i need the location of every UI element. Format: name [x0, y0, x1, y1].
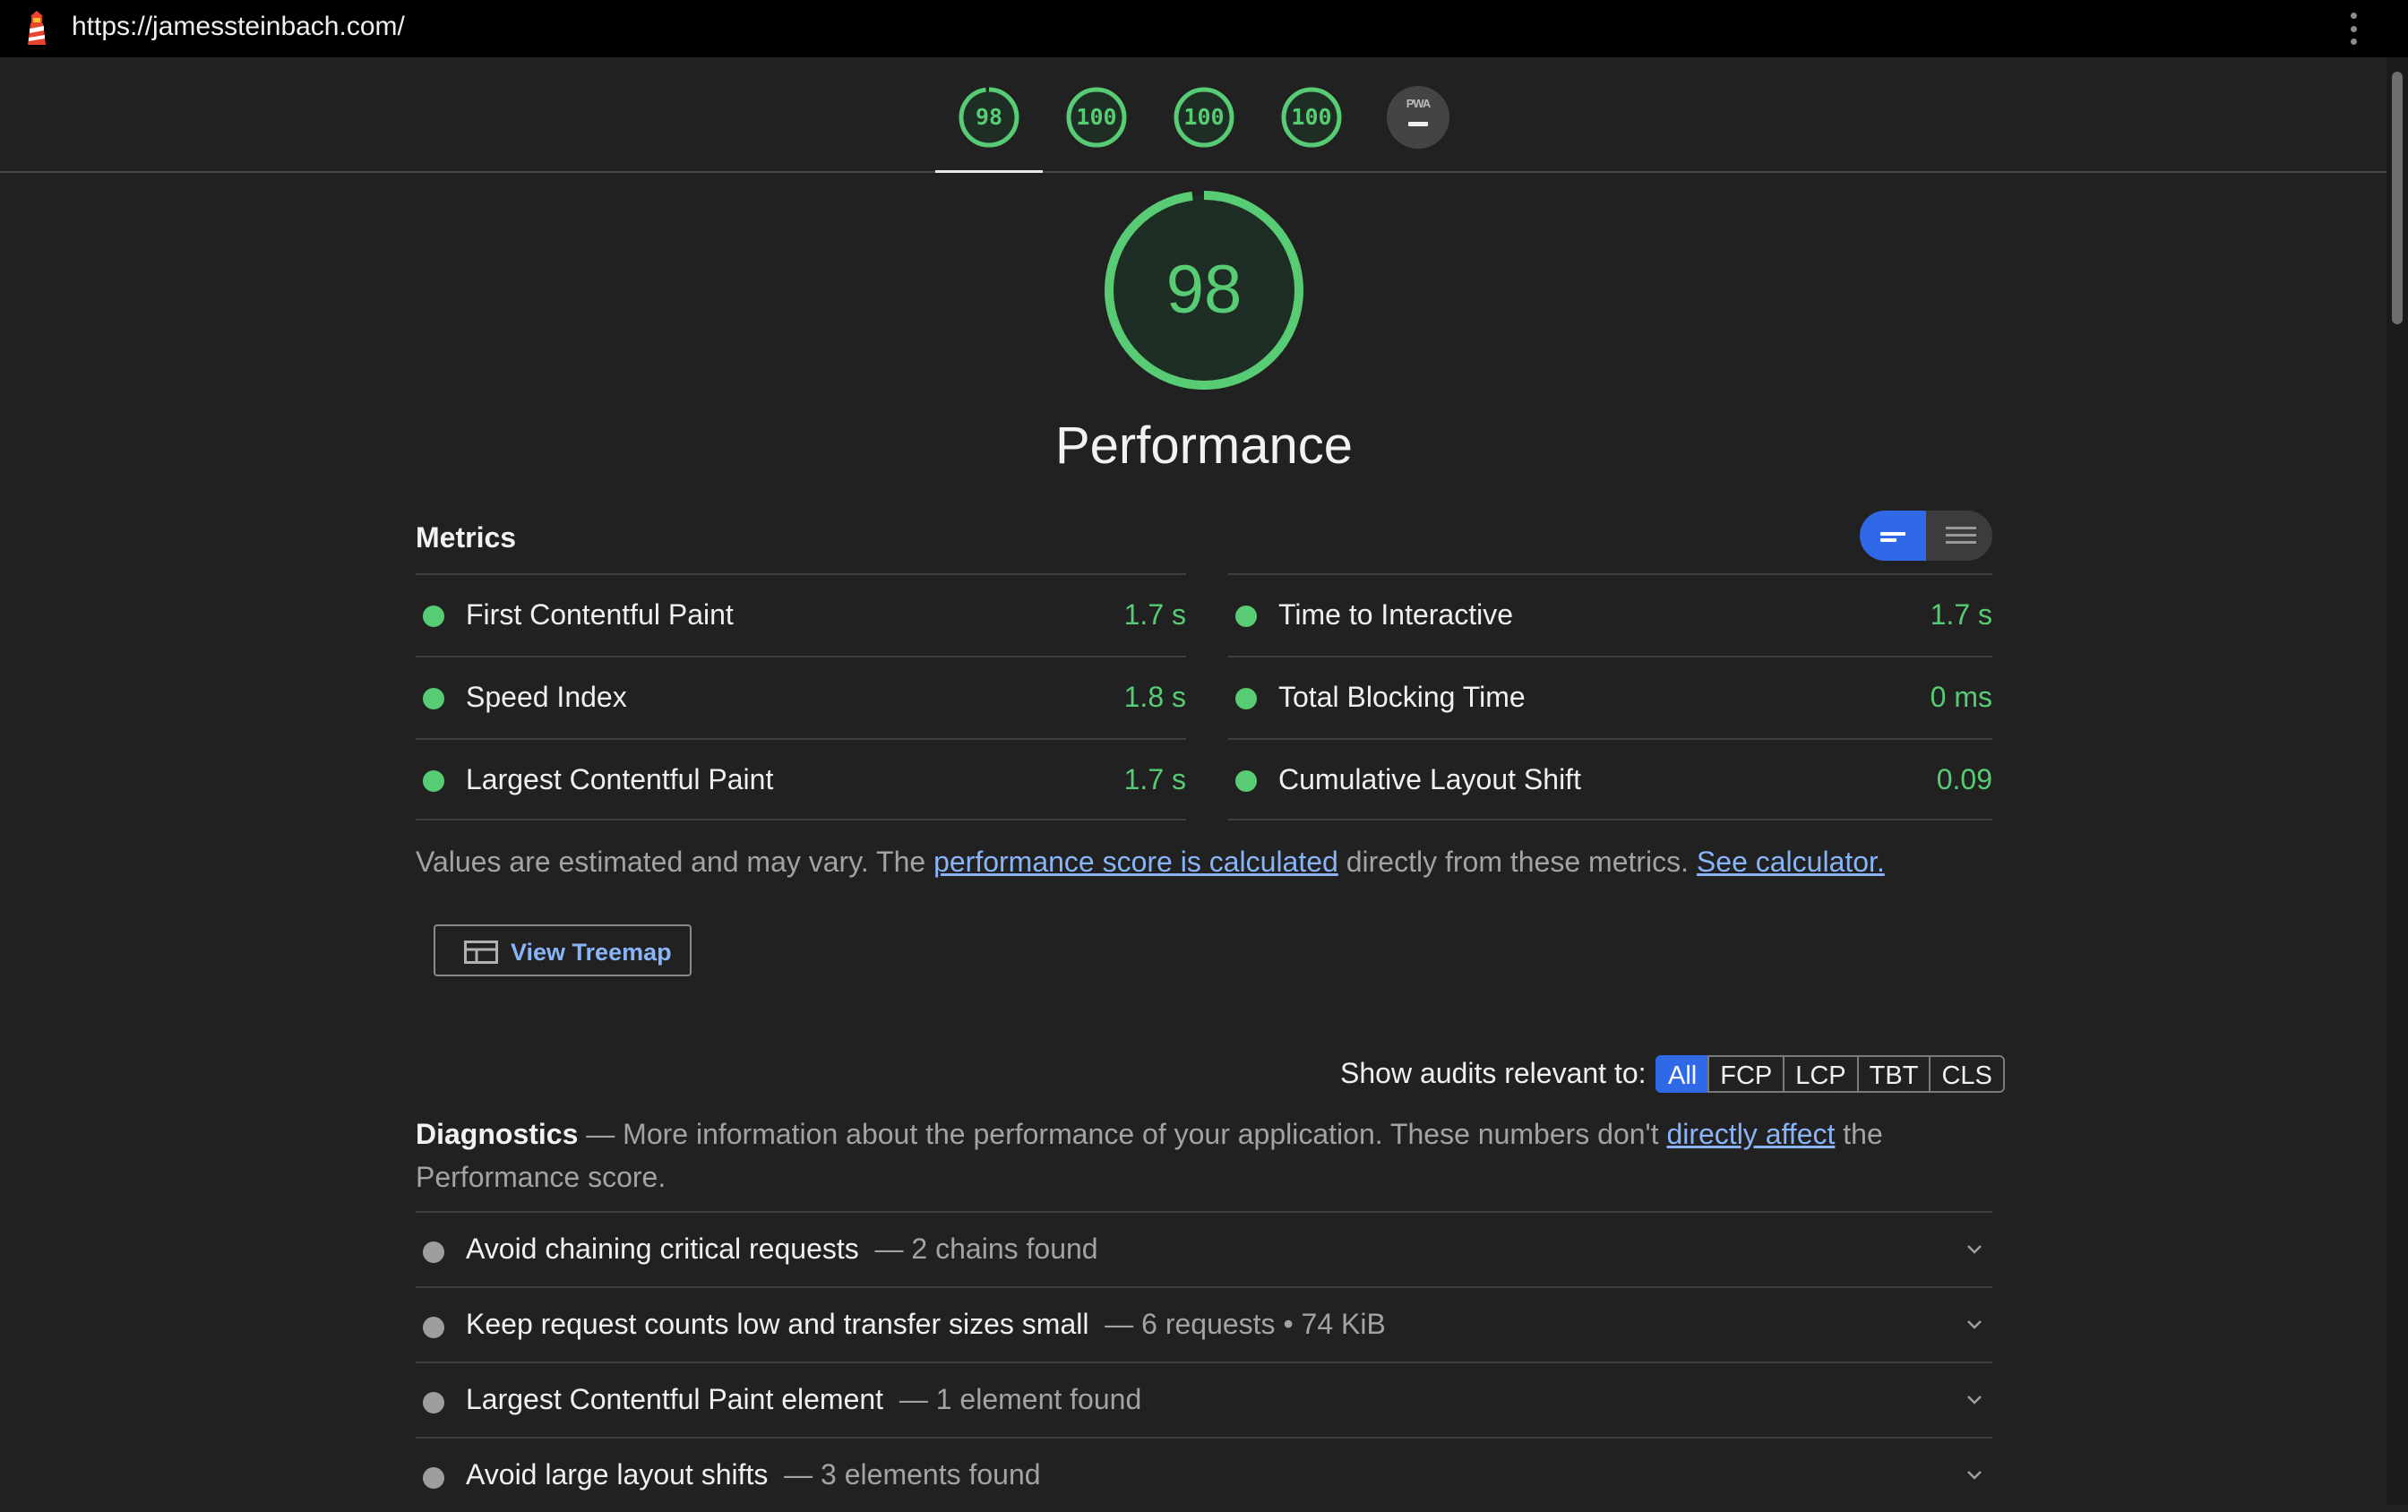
- pass-indicator-icon: [1235, 770, 1257, 792]
- diagnostics-desc-prefix: — More information about the performance…: [578, 1118, 1667, 1150]
- metric-label: Total Blocking Time: [1278, 681, 1526, 713]
- seo-gauge[interactable]: 100: [1280, 86, 1343, 149]
- metric-label: Time to Interactive: [1278, 598, 1514, 631]
- see-calculator-link[interactable]: See calculator.: [1697, 846, 1885, 878]
- metric-label: First Contentful Paint: [466, 598, 734, 631]
- informative-indicator-icon: [423, 1317, 444, 1338]
- pass-indicator-icon: [1235, 606, 1257, 627]
- diagnostics-audit-list: Avoid chaining critical requests — 2 cha…: [416, 1211, 1992, 1512]
- audit-detail: 3 elements found: [821, 1458, 1041, 1491]
- disclaimer-text: Values are estimated and may vary. The: [416, 846, 934, 878]
- chevron-down-icon[interactable]: [1964, 1313, 1985, 1335]
- audit-title-wrap: Avoid large layout shifts — 3 elements f…: [466, 1458, 1041, 1491]
- filter-chip-tbt[interactable]: TBT: [1856, 1055, 1931, 1093]
- performance-gauge[interactable]: 98: [958, 86, 1020, 149]
- audit-item[interactable]: Avoid chaining critical requests — 2 cha…: [416, 1211, 1992, 1286]
- audit-detail: 1 element found: [935, 1383, 1142, 1415]
- audit-item[interactable]: Avoid large layout shifts — 3 elements f…: [416, 1437, 1992, 1512]
- metric-row: Largest Contentful Paint 1.7 s: [416, 738, 1186, 820]
- pwa-label: PWA: [1406, 97, 1432, 110]
- audit-item[interactable]: Largest Contentful Paint element — 1 ele…: [416, 1362, 1992, 1437]
- accessibility-score: 100: [1076, 104, 1117, 130]
- best-practices-gauge[interactable]: 100: [1173, 86, 1235, 149]
- seo-score: 100: [1291, 104, 1332, 130]
- best-practices-score: 100: [1183, 104, 1225, 130]
- metric-label: Speed Index: [466, 681, 627, 713]
- audit-title: Keep request counts low and transfer siz…: [466, 1308, 1089, 1340]
- filter-chip-all[interactable]: All: [1656, 1055, 1710, 1093]
- audit-title: Avoid chaining critical requests: [466, 1233, 859, 1265]
- filter-chip-cls[interactable]: CLS: [1929, 1055, 2005, 1093]
- active-gauge-underline: [935, 170, 1043, 173]
- top-bar: https://jamessteinbach.com/: [0, 0, 2408, 57]
- audit-title: Largest Contentful Paint element: [466, 1383, 884, 1415]
- treemap-icon: [464, 941, 498, 964]
- informative-indicator-icon: [423, 1467, 444, 1489]
- informative-indicator-icon: [423, 1241, 444, 1263]
- metric-row: Cumulative Layout Shift 0.09: [1228, 738, 1992, 820]
- pass-indicator-icon: [423, 688, 444, 709]
- performance-score: 98: [975, 104, 1003, 130]
- metric-label: Largest Contentful Paint: [466, 763, 774, 795]
- pwa-gauge[interactable]: PWA: [1387, 86, 1449, 149]
- category-title: Performance: [1054, 417, 1354, 475]
- pass-indicator-icon: [423, 606, 444, 627]
- metrics-right-column: Time to Interactive 1.7 s Total Blocking…: [1228, 573, 1992, 820]
- lighthouse-logo-icon: [28, 11, 46, 45]
- metrics-view-toggle[interactable]: [1860, 511, 1992, 561]
- disclaimer-text-middle: directly from these metrics.: [1337, 846, 1697, 878]
- accessibility-gauge[interactable]: 100: [1065, 86, 1128, 149]
- metrics-disclaimer: Values are estimated and may vary. The p…: [416, 846, 1885, 879]
- pwa-dash-icon: [1408, 122, 1428, 126]
- metric-label: Cumulative Layout Shift: [1278, 763, 1581, 795]
- chevron-down-icon[interactable]: [1964, 1388, 1985, 1410]
- metric-value: 0.09: [1936, 763, 1992, 795]
- filter-chip-fcp[interactable]: FCP: [1707, 1055, 1785, 1093]
- metric-row: Speed Index 1.8 s: [416, 656, 1186, 738]
- audit-filter-chips: All FCP LCP TBT CLS: [1656, 1055, 2005, 1093]
- metric-value: 1.7 s: [1123, 598, 1186, 631]
- pass-indicator-icon: [1235, 688, 1257, 709]
- directly-affect-link[interactable]: directly affect: [1666, 1118, 1835, 1150]
- summary-view-icon[interactable]: [1860, 511, 1926, 561]
- score-calculated-link[interactable]: performance score is calculated: [933, 846, 1338, 878]
- metric-value: 1.7 s: [1123, 763, 1186, 795]
- diagnostics-heading: Diagnostics: [416, 1118, 579, 1150]
- performance-main-score: 98: [1165, 252, 1243, 328]
- metrics-heading: Metrics: [416, 521, 517, 554]
- audit-item[interactable]: Keep request counts low and transfer siz…: [416, 1286, 1992, 1362]
- metric-value: 0 ms: [1930, 681, 1992, 713]
- metric-value: 1.7 s: [1930, 598, 1992, 631]
- audit-detail: 6 requests • 74 KiB: [1141, 1308, 1386, 1340]
- view-treemap-button[interactable]: View Treemap: [434, 924, 692, 976]
- metric-row: Time to Interactive 1.7 s: [1228, 573, 1992, 656]
- view-treemap-label: View Treemap: [511, 939, 672, 966]
- audit-filter-label: Show audits relevant to:: [1340, 1057, 1647, 1089]
- audit-title-wrap: Keep request counts low and transfer siz…: [466, 1308, 1386, 1340]
- report-url[interactable]: https://jamessteinbach.com/: [72, 12, 405, 42]
- chevron-down-icon[interactable]: [1964, 1238, 1985, 1259]
- audit-title-wrap: Avoid chaining critical requests — 2 cha…: [466, 1233, 1098, 1265]
- audit-title-wrap: Largest Contentful Paint element — 1 ele…: [466, 1383, 1142, 1415]
- audit-detail: 2 chains found: [911, 1233, 1098, 1265]
- performance-main-gauge: 98: [1102, 188, 1306, 392]
- scrollbar-thumb[interactable]: [2392, 72, 2403, 324]
- metric-row: Total Blocking Time 0 ms: [1228, 656, 1992, 738]
- category-gauge-bar: 98 100 100 100: [0, 57, 2386, 173]
- metric-row: First Contentful Paint 1.7 s: [416, 573, 1186, 656]
- chevron-down-icon[interactable]: [1964, 1464, 1985, 1485]
- metric-value: 1.8 s: [1123, 681, 1186, 713]
- metrics-left-column: First Contentful Paint 1.7 s Speed Index…: [416, 573, 1186, 820]
- pass-indicator-icon: [423, 770, 444, 792]
- audit-title: Avoid large layout shifts: [466, 1458, 769, 1491]
- more-menu-icon[interactable]: [2349, 13, 2358, 45]
- diagnostics-description: Diagnostics — More information about the…: [416, 1113, 1992, 1198]
- informative-indicator-icon: [423, 1392, 444, 1413]
- filter-chip-lcp[interactable]: LCP: [1783, 1055, 1859, 1093]
